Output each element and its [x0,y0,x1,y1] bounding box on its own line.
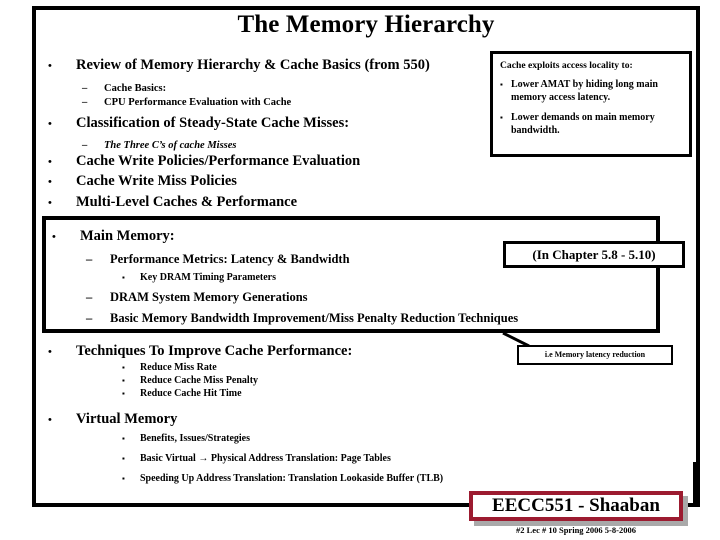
bullet-marker-icon: • [48,118,52,130]
square-marker-icon: ▪ [122,434,125,443]
outline-subitem-address-translation-label: Basic Virtual → Physical Address Transla… [140,453,391,464]
square-marker-icon: ▪ [122,363,125,372]
outline-subitem-dram-generations: – DRAM System Memory Generations [86,290,308,305]
outline-subitem-reduce-hit-time-label: Reduce Cache Hit Time [140,388,242,399]
page-title: The Memory Hierarchy [237,11,495,38]
outline-item-virtual-memory: • Virtual Memory [48,411,177,428]
cache-locality-heading: Cache exploits access locality to: [500,60,633,71]
square-marker-icon: ▪ [122,474,125,483]
outline-subitem-tlb: ▪ Speeding Up Address Translation: Trans… [122,473,443,485]
outline-subitem-reduce-miss-rate-label: Reduce Miss Rate [140,362,217,373]
outline-item-classification: • Classification of Steady-State Cache M… [48,115,349,132]
outline-item-review: • Review of Memory Hierarchy & Cache Bas… [48,57,430,74]
outline-item-write-miss-policies: • Cache Write Miss Policies [48,173,237,190]
outline-subitem-three-cs: – The Three C’s of cache Misses [82,139,237,152]
outline-subitem-benefits-issues: ▪ Benefits, Issues/Strategies [122,433,250,445]
outline-subitem-three-cs-label: The Three C’s of cache Misses [104,140,237,151]
outline-item-main-memory-label: Main Memory: [80,228,175,244]
outline-subitem-reduce-hit-time: ▪ Reduce Cache Hit Time [122,388,242,400]
cache-locality-item-label: Lower demands on main memory bandwidth. [511,112,655,136]
latency-reduction-callout: i.e Memory latency reduction [517,345,673,365]
outline-subitem-perf-metrics-label: Performance Metrics: Latency & Bandwidth [110,252,350,266]
dash-marker-icon: – [82,83,88,94]
cache-locality-callout: Cache exploits access locality to: ▪ Low… [490,51,692,157]
outline-item-multi-level-caches-label: Multi-Level Caches & Performance [76,194,298,210]
outline-item-main-memory: • Main Memory: [52,228,175,245]
dash-marker-icon: – [86,290,93,304]
outline-item-review-label: Review of Memory Hierarchy & Cache Basic… [76,57,430,73]
outline-subitem-cpu-perf-eval: – CPU Performance Evaluation with Cache [82,96,291,109]
outline-item-multi-level-caches: • Multi-Level Caches & Performance [48,194,297,211]
outline-subitem-reduce-miss-penalty: ▪ Reduce Cache Miss Penalty [122,375,258,387]
outline-subitem-benefits-issues-label: Benefits, Issues/Strategies [140,433,250,444]
outline-subitem-bandwidth-improvement: – Basic Memory Bandwidth Improvement/Mis… [86,311,518,326]
dash-marker-icon: – [82,140,88,151]
outline-item-classification-label: Classification of Steady-State Cache Mis… [76,115,350,131]
outline-item-write-policies: • Cache Write Policies/Performance Evalu… [48,153,360,170]
outline-subitem-bandwidth-improvement-label: Basic Memory Bandwidth Improvement/Miss … [110,311,519,325]
bullet-marker-icon: • [48,346,52,358]
bullet-marker-icon: • [48,156,52,168]
outline-item-write-policies-label: Cache Write Policies/Performance Evaluat… [76,153,361,169]
dash-marker-icon: – [86,252,93,266]
slide-canvas: The Memory Hierarchy • Review of Memory … [0,0,720,540]
dash-marker-icon: – [82,97,88,108]
dash-marker-icon: – [86,311,93,325]
outline-subitem-dram-generations-label: DRAM System Memory Generations [110,290,308,304]
outline-subitem-reduce-miss-penalty-label: Reduce Cache Miss Penalty [140,375,259,386]
footer-connector-riser [693,462,697,507]
bullet-marker-icon: • [48,176,52,188]
square-marker-icon: ▪ [500,113,503,122]
outline-subsubitem-dram-timing: ▪ Key DRAM Timing Parameters [122,272,276,284]
square-marker-icon: ▪ [122,273,125,282]
outline-subitem-tlb-label: Speeding Up Address Translation: Transla… [140,473,444,484]
cache-locality-item: ▪ Lower demands on main memory bandwidth… [500,112,682,137]
bullet-marker-icon: • [48,60,52,72]
outline-subitem-address-translation: ▪ Basic Virtual → Physical Address Trans… [122,453,391,465]
outline-item-write-miss-policies-label: Cache Write Miss Policies [76,173,237,189]
chapter-reference-callout: (In Chapter 5.8 - 5.10) [503,241,685,268]
cache-locality-item: ▪ Lower AMAT by hiding long main memory … [500,79,682,104]
square-marker-icon: ▪ [122,454,125,463]
outline-subitem-perf-metrics: – Performance Metrics: Latency & Bandwid… [86,252,350,267]
outline-item-techniques-label: Techniques To Improve Cache Performance: [76,343,353,359]
square-marker-icon: ▪ [122,389,125,398]
outline-subsubitem-dram-timing-label: Key DRAM Timing Parameters [140,272,276,283]
course-badge: EECC551 - Shaaban [469,491,683,521]
outline-item-techniques: • Techniques To Improve Cache Performanc… [48,343,352,360]
square-marker-icon: ▪ [122,376,125,385]
bullet-marker-icon: • [52,231,56,243]
outline-subitem-reduce-miss-rate: ▪ Reduce Miss Rate [122,362,217,374]
outline-subitem-cache-basics-label: Cache Basics: [104,83,167,94]
square-marker-icon: ▪ [500,80,503,89]
slide-meta-line: #2 Lec # 10 Spring 2006 5-8-2006 [516,525,636,535]
outline-subitem-cache-basics: – Cache Basics: [82,82,166,95]
bullet-marker-icon: • [48,414,52,426]
bullet-marker-icon: • [48,197,52,209]
outline-subitem-cpu-perf-eval-label: CPU Performance Evaluation with Cache [104,97,292,108]
outline-item-virtual-memory-label: Virtual Memory [76,411,178,427]
cache-locality-item-label: Lower AMAT by hiding long main memory ac… [511,79,658,103]
